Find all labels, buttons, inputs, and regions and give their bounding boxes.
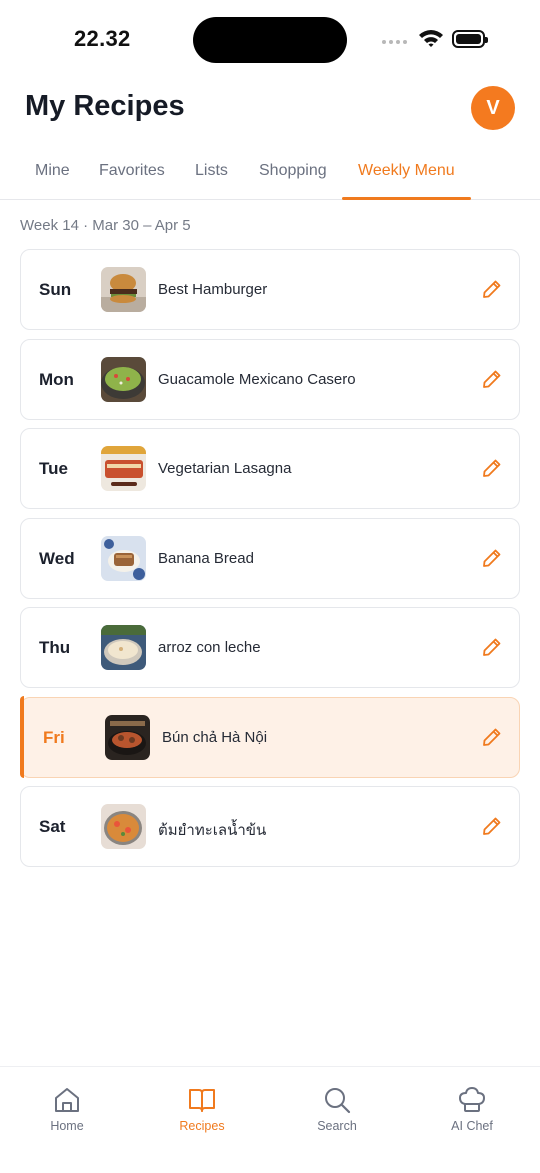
- battery-icon: [452, 30, 488, 48]
- nav-label: Search: [317, 1119, 357, 1133]
- nav-search[interactable]: Search: [287, 1085, 387, 1133]
- status-bar: 22.32: [0, 0, 540, 80]
- recipe-thumbnail: [101, 535, 146, 581]
- day-name: Mon: [39, 369, 74, 389]
- nav-label: AI Chef: [451, 1119, 493, 1133]
- recipe-thumbnail: [101, 446, 146, 491]
- dynamic-island: [193, 17, 347, 63]
- home-icon: [55, 1088, 79, 1112]
- week-label: Week 14 · Mar 30 – Apr 5: [20, 217, 191, 234]
- recipe-name[interactable]: Banana Bread: [158, 550, 254, 567]
- recipe-thumbnail: [101, 356, 146, 402]
- status-time: 22.32: [74, 26, 131, 51]
- tab-shopping[interactable]: Shopping: [259, 150, 327, 199]
- day-name: Tue: [39, 459, 68, 478]
- tab-weekly-menu[interactable]: Weekly Menu: [342, 150, 471, 200]
- edit-pencil-icon[interactable]: [481, 636, 503, 658]
- recipe-name[interactable]: Vegetarian Lasagna: [158, 460, 291, 477]
- edit-pencil-icon[interactable]: [481, 278, 503, 300]
- recipe-thumbnail: [101, 625, 146, 670]
- nav-label: Recipes: [179, 1119, 225, 1133]
- day-card-sun[interactable]: Sun Best Hamburger: [20, 249, 520, 330]
- day-card-thu[interactable]: Thu arroz con leche: [20, 607, 520, 688]
- day-name: Sun: [39, 280, 72, 299]
- day-name: Thu: [39, 638, 71, 657]
- edit-pencil-icon[interactable]: [481, 368, 503, 390]
- tab-lists[interactable]: Lists: [195, 150, 228, 199]
- day-card-fri[interactable]: Fri Bún chả Hà Nội: [19, 696, 520, 778]
- recipe-name[interactable]: arroz con leche: [158, 639, 261, 656]
- day-name: Wed: [39, 548, 75, 568]
- page-title: My Recipes: [25, 90, 185, 122]
- cellular-signal-icon: [382, 40, 407, 44]
- edit-pencil-icon[interactable]: [481, 457, 503, 479]
- book-icon: [189, 1089, 215, 1112]
- recipe-thumbnail: [105, 714, 150, 760]
- edit-pencil-icon[interactable]: [481, 815, 503, 837]
- chef-hat-icon: [459, 1087, 485, 1112]
- nav-ai-chef[interactable]: AI Chef: [422, 1085, 522, 1133]
- tab-favorites[interactable]: Favorites: [99, 150, 165, 199]
- edit-pencil-icon[interactable]: [481, 726, 503, 748]
- nav-home[interactable]: Home: [17, 1085, 117, 1133]
- recipe-name[interactable]: Best Hamburger: [158, 281, 267, 298]
- search-icon: [325, 1088, 351, 1114]
- bottom-nav: Home Recipes Search AI Chef: [0, 1066, 540, 1173]
- wifi-icon: [418, 28, 444, 53]
- avatar[interactable]: V: [471, 86, 515, 130]
- recipe-name[interactable]: Guacamole Mexicano Casero: [158, 371, 356, 388]
- day-card-wed[interactable]: Wed Banana Bread: [20, 517, 520, 599]
- edit-pencil-icon[interactable]: [481, 547, 503, 569]
- day-name: Sat: [39, 817, 66, 836]
- day-card-tue[interactable]: Tue Vegetarian Lasagna: [20, 428, 520, 509]
- nav-label: Home: [50, 1119, 84, 1133]
- weekly-menu-list: Sun Best Hamburger Mon Guacamole Mexican…: [19, 249, 520, 876]
- recipe-name[interactable]: ต้มยำทะเลน้ำข้น: [158, 818, 266, 842]
- tab-bar: Mine Favorites Lists Shopping Weekly Men…: [0, 150, 540, 200]
- day-card-sat[interactable]: Sat ต้มยำทะเลน้ำข้น: [20, 786, 520, 867]
- recipe-thumbnail: [101, 804, 146, 849]
- recipe-name[interactable]: Bún chả Hà Nội: [162, 729, 267, 746]
- day-card-mon[interactable]: Mon Guacamole Mexicano Casero: [20, 338, 520, 420]
- day-name: Fri: [43, 727, 65, 747]
- tab-mine[interactable]: Mine: [35, 150, 70, 199]
- nav-recipes[interactable]: Recipes: [152, 1085, 252, 1133]
- recipe-thumbnail: [101, 267, 146, 312]
